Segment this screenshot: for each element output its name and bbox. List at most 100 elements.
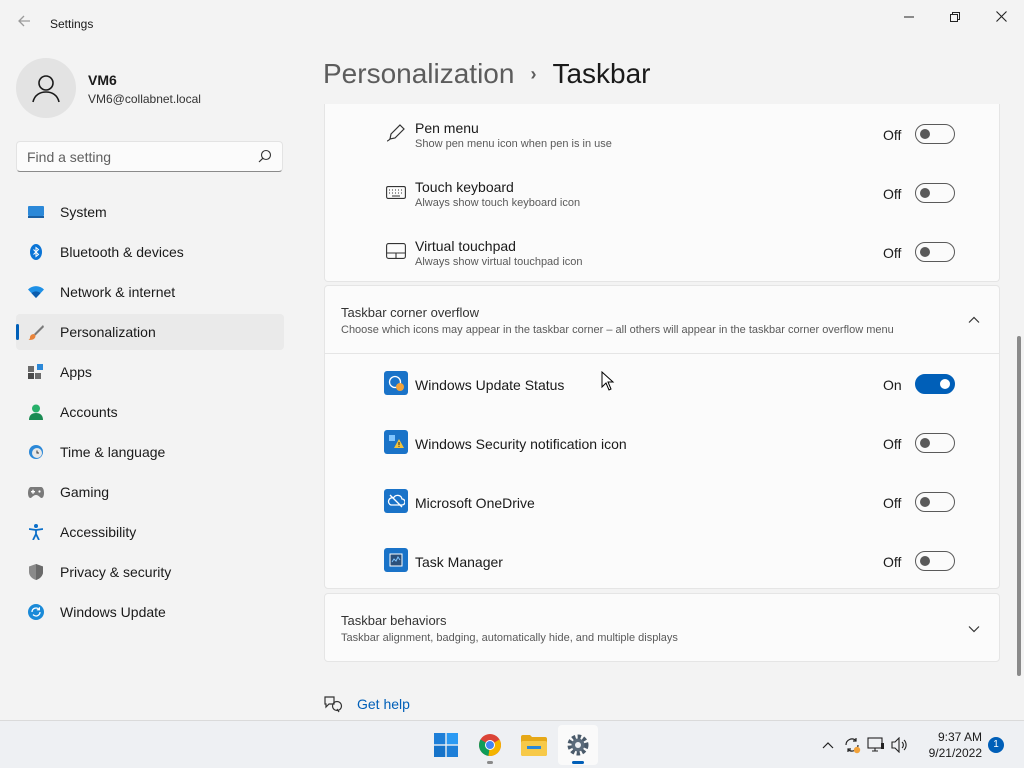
maximize-button[interactable] (932, 4, 978, 30)
pen-menu-toggle[interactable] (915, 124, 955, 144)
onedrive-toggle[interactable] (915, 492, 955, 512)
clock-date: 9/21/2022 (928, 746, 982, 760)
search-icon[interactable] (258, 149, 272, 163)
setting-row-pen-menu: Pen menu Show pen menu icon when pen is … (325, 104, 999, 163)
profile-name: VM6 (88, 72, 117, 88)
profile-email: VM6@collabnet.local (88, 92, 201, 106)
sidebar-item-label: Accounts (60, 404, 118, 420)
windows-security-toggle[interactable] (915, 433, 955, 453)
section-title: Taskbar corner overflow (341, 305, 479, 320)
sidebar-item-time-language[interactable]: Time & language (16, 434, 284, 470)
breadcrumb-parent[interactable]: Personalization (323, 58, 514, 90)
toggle-knob (920, 188, 930, 198)
setting-title: Pen menu (415, 120, 479, 136)
sidebar-item-label: Personalization (60, 324, 156, 340)
privacy-icon (28, 564, 44, 580)
sidebar-item-label: Privacy & security (60, 564, 172, 580)
sidebar-item-apps[interactable]: Apps (16, 354, 284, 390)
taskbar-behaviors-card[interactable]: Taskbar behaviors Taskbar alignment, bad… (324, 593, 1000, 662)
ethernet-icon (867, 737, 884, 752)
gaming-icon (28, 484, 44, 500)
toggle-state-label: On (883, 377, 902, 393)
start-icon (434, 733, 458, 757)
start-button[interactable] (426, 725, 466, 765)
toggle-knob (920, 497, 930, 507)
app-title: Settings (50, 17, 94, 31)
minimize-icon (904, 16, 914, 18)
network-tray-button[interactable] (864, 733, 888, 757)
bluetooth-icon (28, 244, 44, 260)
sidebar-item-label: Bluetooth & devices (60, 244, 184, 260)
setting-title: Task Manager (415, 554, 503, 570)
close-icon (995, 11, 1007, 22)
sidebar-nav: System Bluetooth & devices Network & int… (16, 194, 284, 634)
sidebar-item-bluetooth[interactable]: Bluetooth & devices (16, 234, 284, 270)
sidebar-item-accounts[interactable]: Accounts (16, 394, 284, 430)
chevron-down-icon[interactable] (967, 622, 981, 636)
running-indicator (487, 761, 493, 764)
touchpad-icon (384, 239, 408, 263)
onedrive-icon (384, 489, 408, 513)
section-description: Taskbar alignment, badging, automaticall… (341, 632, 678, 644)
toggle-knob (940, 379, 950, 389)
accessibility-icon (28, 524, 44, 540)
get-help-label: Get help (357, 696, 410, 712)
taskbar-app-chrome[interactable] (470, 725, 510, 765)
notification-badge[interactable]: 1 (988, 737, 1004, 753)
user-profile[interactable]: VM6 VM6@collabnet.local (16, 58, 286, 118)
toggle-state-label: Off (883, 245, 902, 261)
sidebar-item-personalization[interactable]: Personalization (16, 314, 284, 350)
corner-overflow-card: Taskbar corner overflow Choose which ico… (324, 285, 1000, 589)
chrome-icon (479, 734, 501, 757)
toggle-state-label: Off (883, 554, 902, 570)
keyboard-icon (384, 180, 408, 204)
accounts-icon (28, 404, 44, 420)
touch-keyboard-toggle[interactable] (915, 183, 955, 203)
windows-update-status-toggle[interactable] (915, 374, 955, 394)
settings-icon (567, 734, 589, 756)
taskbar-app-settings[interactable] (558, 725, 598, 765)
system-tray (816, 721, 912, 768)
sidebar-item-system[interactable]: System (16, 194, 284, 230)
windows-update-tray-button[interactable] (840, 733, 864, 757)
minimize-button[interactable] (886, 4, 932, 30)
taskbar-app-file-explorer[interactable] (514, 725, 554, 765)
volume-tray-button[interactable] (888, 733, 912, 757)
sidebar-item-accessibility[interactable]: Accessibility (16, 514, 284, 550)
get-help-link[interactable]: Get help (323, 695, 410, 713)
toggle-knob (920, 129, 930, 139)
search-box[interactable] (16, 141, 283, 172)
scrollbar-thumb[interactable] (1017, 336, 1021, 676)
overflow-row-onedrive: Microsoft OneDrive Off (325, 472, 999, 531)
sidebar-item-gaming[interactable]: Gaming (16, 474, 284, 510)
sidebar-item-windows-update[interactable]: Windows Update (16, 594, 284, 630)
sidebar-item-label: Network & internet (60, 284, 176, 300)
search-input[interactable] (17, 142, 247, 171)
back-button[interactable] (12, 12, 36, 36)
chevron-up-icon[interactable] (967, 313, 981, 327)
sidebar-item-network[interactable]: Network & internet (16, 274, 284, 310)
mouse-cursor-icon (601, 371, 615, 391)
task-manager-icon (384, 548, 408, 572)
toggle-knob (920, 247, 930, 257)
task-manager-toggle[interactable] (915, 551, 955, 571)
title-bar: Settings (0, 0, 1024, 48)
virtual-touchpad-toggle[interactable] (915, 242, 955, 262)
overflow-row-windows-security: Windows Security notification icon Off (325, 413, 999, 472)
toggle-state-label: Off (883, 436, 902, 452)
sidebar-item-label: Apps (60, 364, 92, 380)
taskbar-clock[interactable]: 9:37 AM 9/21/2022 (920, 729, 982, 761)
section-title: Taskbar behaviors (341, 613, 447, 628)
show-hidden-icons-button[interactable] (816, 733, 840, 757)
update-status-icon (845, 738, 861, 754)
setting-title: Windows Update Status (415, 377, 565, 393)
toggle-knob (920, 438, 930, 448)
restore-icon (950, 12, 960, 22)
sidebar-item-label: Gaming (60, 484, 110, 500)
sidebar-item-privacy[interactable]: Privacy & security (16, 554, 284, 590)
close-button[interactable] (978, 4, 1024, 30)
taskbar: 9:37 AM 9/21/2022 1 (0, 720, 1024, 768)
corner-icons-card: Pen menu Show pen menu icon when pen is … (324, 104, 1000, 282)
system-icon (28, 204, 44, 220)
corner-overflow-header[interactable]: Taskbar corner overflow Choose which ico… (325, 286, 999, 354)
